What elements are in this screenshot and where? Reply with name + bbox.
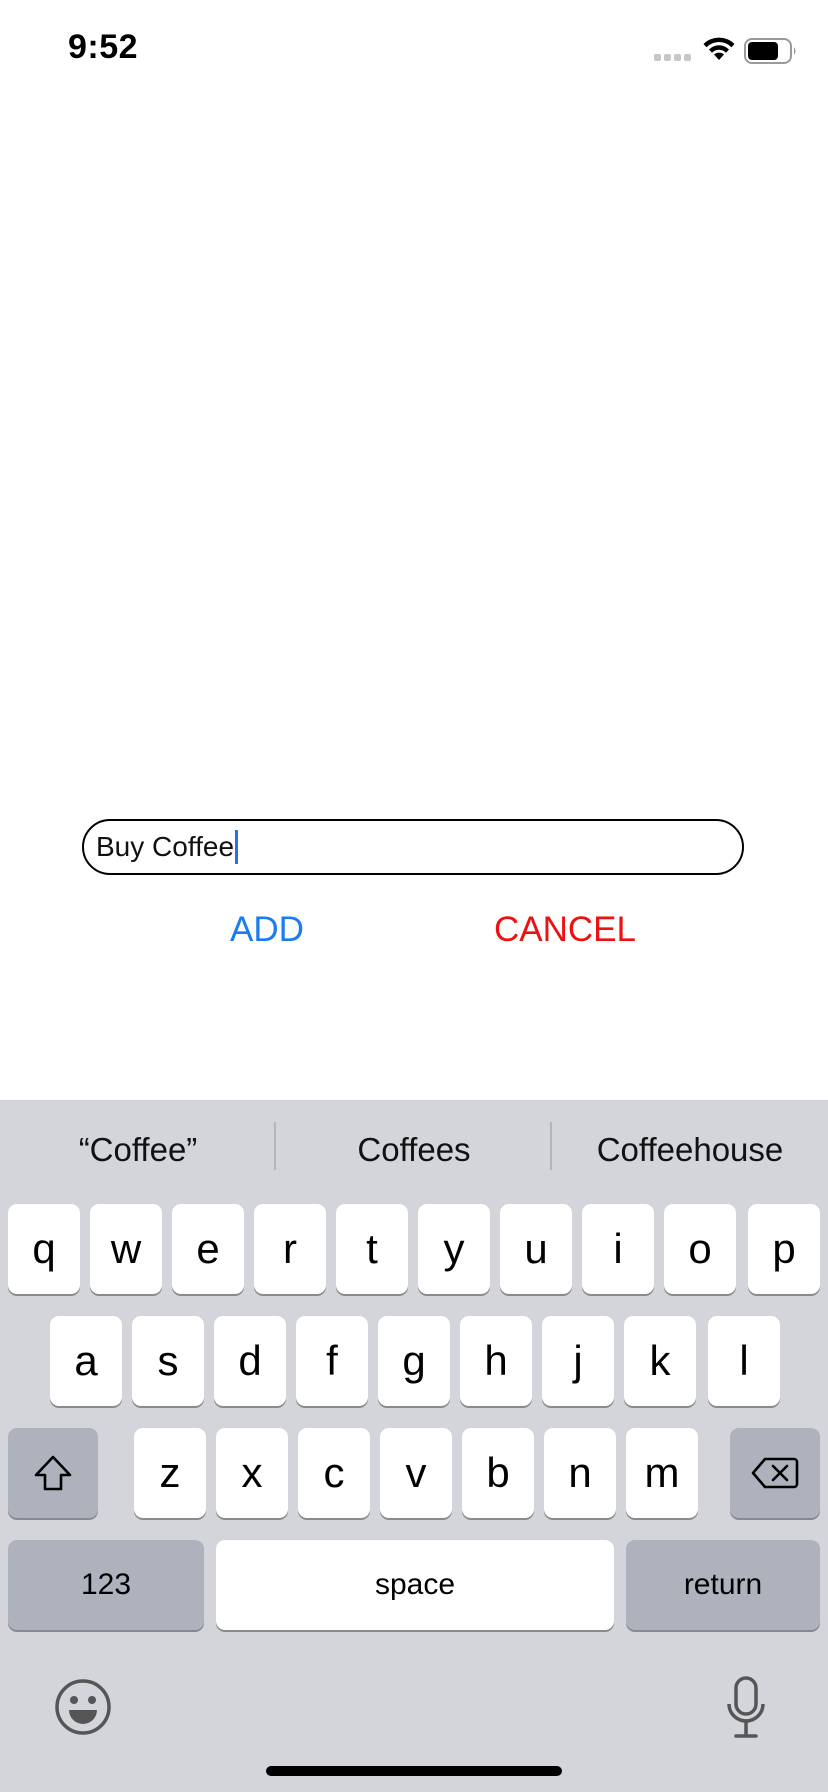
battery-icon [744,38,796,64]
key-b[interactable]: b [462,1428,534,1518]
key-y[interactable]: y [418,1204,490,1294]
key-a[interactable]: a [50,1316,122,1406]
key-f[interactable]: f [296,1316,368,1406]
shift-icon [34,1455,72,1491]
status-time: 9:52 [68,28,139,66]
key-p[interactable]: p [748,1204,820,1294]
key-s[interactable]: s [132,1316,204,1406]
key-w[interactable]: w [90,1204,162,1294]
key-u[interactable]: u [500,1204,572,1294]
shift-key[interactable] [8,1428,98,1518]
key-m[interactable]: m [626,1428,698,1518]
suggestion-bar: “Coffee” Coffees Coffeehouse [0,1100,828,1200]
cellular-signal-icon [654,54,691,61]
task-input-value: Buy Coffee [96,831,235,862]
emoji-key[interactable] [54,1678,112,1736]
key-e[interactable]: e [172,1204,244,1294]
suggestion-item[interactable]: “Coffee” [0,1100,276,1200]
key-g[interactable]: g [378,1316,450,1406]
dictation-key[interactable] [726,1676,766,1740]
key-l[interactable]: l [708,1316,780,1406]
key-c[interactable]: c [298,1428,370,1518]
space-key[interactable]: space [216,1540,614,1630]
key-j[interactable]: j [542,1316,614,1406]
key-q[interactable]: q [8,1204,80,1294]
keyboard: “Coffee” Coffees Coffeehouse q w e r t y… [0,1100,828,1792]
add-button[interactable]: ADD [230,910,304,950]
task-input[interactable]: Buy Coffee [82,819,744,875]
status-bar: 9:52 [0,0,828,100]
key-t[interactable]: t [336,1204,408,1294]
microphone-icon [727,1676,765,1738]
return-key[interactable]: return [626,1540,820,1630]
numbers-key[interactable]: 123 [8,1540,204,1630]
key-n[interactable]: n [544,1428,616,1518]
key-v[interactable]: v [380,1428,452,1518]
home-indicator[interactable] [266,1766,562,1776]
wifi-icon [703,37,735,60]
suggestion-item[interactable]: Coffees [276,1100,552,1200]
backspace-icon [751,1457,799,1489]
key-d[interactable]: d [214,1316,286,1406]
key-h[interactable]: h [460,1316,532,1406]
key-k[interactable]: k [624,1316,696,1406]
emoji-icon [55,1679,111,1735]
key-x[interactable]: x [216,1428,288,1518]
key-z[interactable]: z [134,1428,206,1518]
key-o[interactable]: o [664,1204,736,1294]
suggestion-item[interactable]: Coffeehouse [552,1100,828,1200]
cancel-button[interactable]: CANCEL [494,910,636,950]
key-r[interactable]: r [254,1204,326,1294]
text-cursor [235,830,239,864]
key-i[interactable]: i [582,1204,654,1294]
backspace-key[interactable] [730,1428,820,1518]
